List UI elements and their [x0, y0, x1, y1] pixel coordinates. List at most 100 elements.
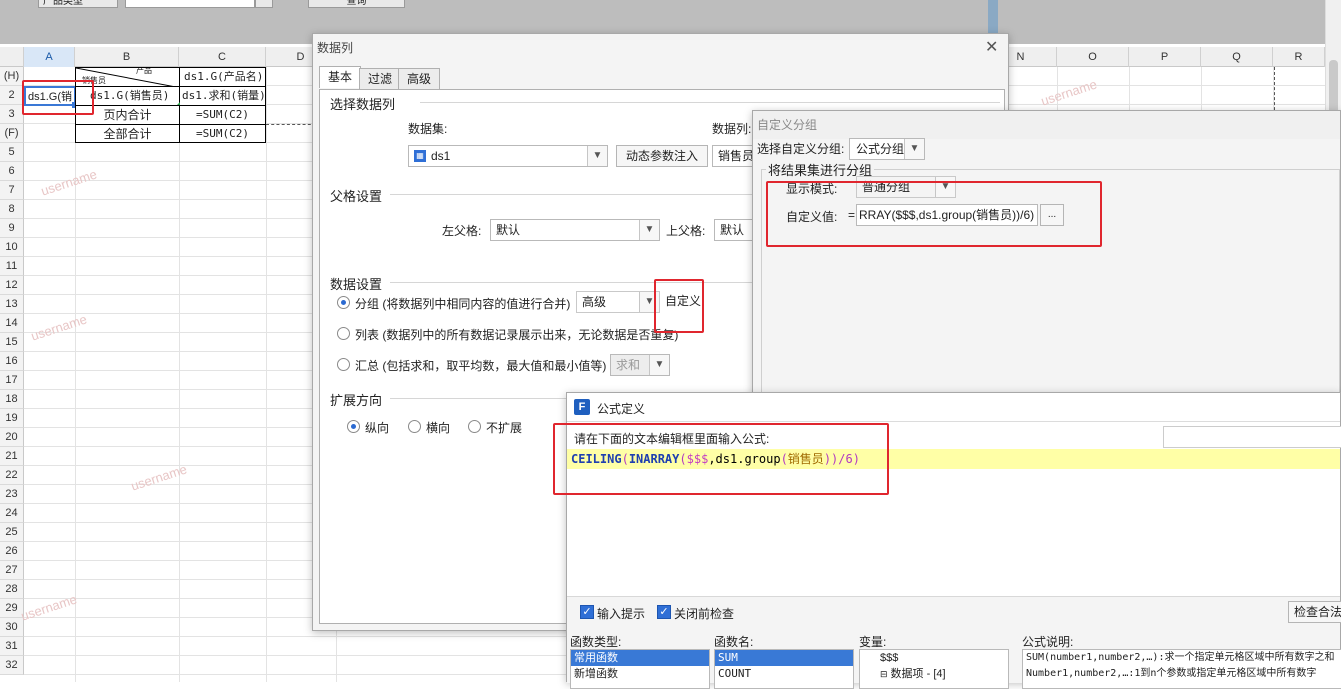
row-header[interactable]: 8 [0, 200, 24, 219]
row-header[interactable]: 3 [0, 105, 24, 124]
group-mode-select[interactable]: 高级 ▼ [576, 291, 660, 313]
row-header[interactable]: 22 [0, 466, 24, 485]
list-radio[interactable] [337, 327, 350, 340]
column-header-b[interactable]: B [75, 47, 179, 67]
input-hint-checkbox[interactable]: ✓ [580, 605, 594, 619]
row-header[interactable]: 27 [0, 561, 24, 580]
row-header[interactable]: 12 [0, 276, 24, 295]
variable-item[interactable]: $$$ [860, 650, 1008, 666]
column-header-o[interactable]: O [1057, 47, 1129, 67]
expand-horizontal-radio[interactable] [408, 420, 421, 433]
func-name-item[interactable]: COUNT [715, 666, 853, 682]
custom-group-value: 公式分组 [856, 142, 905, 156]
row-header[interactable]: 31 [0, 637, 24, 656]
cell-c3[interactable]: =SUM(C2) [179, 105, 266, 125]
custom-group-select[interactable]: 公式分组 ▼ [849, 138, 925, 160]
slash-header-top: 产品 [136, 67, 152, 75]
dataset-select[interactable]: ▦ ds1 ▼ [408, 145, 608, 167]
list-option-label: 列表 (数据列中的所有数据记录展示出来，无论数据是否重复) [355, 328, 679, 342]
row-header[interactable]: 19 [0, 409, 24, 428]
cell-c1[interactable]: ds1.G(产品名) [179, 67, 266, 87]
section-select-column: 选择数据列 [330, 97, 396, 112]
row-header[interactable]: 24 [0, 504, 24, 523]
cell-c4[interactable]: =SUM(C2) [179, 124, 266, 143]
row-header[interactable]: 9 [0, 219, 24, 238]
func-name-list[interactable]: SUM COUNT [714, 649, 854, 689]
row-header[interactable]: 11 [0, 257, 24, 276]
row-header[interactable]: 14 [0, 314, 24, 333]
tab-advanced[interactable]: 高级 [398, 68, 441, 90]
expand-icon[interactable]: ⊟ [880, 669, 888, 679]
row-header[interactable]: 26 [0, 542, 24, 561]
database-icon: ▦ [414, 150, 426, 162]
row-header[interactable]: (F) [0, 124, 24, 143]
row-header[interactable]: 23 [0, 485, 24, 504]
func-name-item[interactable]: SUM [715, 650, 853, 666]
row-header[interactable]: 2 [0, 86, 24, 105]
expand-vertical-radio[interactable] [347, 420, 360, 433]
chevron-down-icon[interactable]: ▼ [639, 220, 659, 240]
left-parent-value: 默认 [496, 223, 521, 237]
tab-filter[interactable]: 过滤 [359, 68, 402, 90]
row-header[interactable]: 25 [0, 523, 24, 542]
product-type-input[interactable] [125, 0, 255, 8]
chevron-down-icon[interactable]: ▼ [587, 146, 607, 166]
expand-vertical-label: 纵向 [365, 421, 390, 435]
group-mode-value: 高级 [582, 295, 607, 309]
cell-b4-text: 全部合计 [103, 127, 152, 141]
chevron-down-icon[interactable]: ▼ [904, 139, 924, 159]
column-header-c[interactable]: C [179, 47, 266, 67]
calendar-icon[interactable] [255, 0, 273, 8]
tab-basic[interactable]: 基本 [319, 66, 362, 88]
column-header-r[interactable]: R [1273, 47, 1325, 67]
product-type-filter[interactable]: 产品类型 [38, 0, 118, 8]
cell-c2[interactable]: ds1.求和(销量) [179, 86, 266, 106]
section-data-settings: 数据设置 [330, 277, 383, 292]
section-parent-settings: 父格设置 [330, 189, 383, 204]
func-type-list[interactable]: 常用函数 新增函数 [570, 649, 710, 689]
row-header[interactable]: 18 [0, 390, 24, 409]
expand-none-radio[interactable] [468, 420, 481, 433]
check-valid-button[interactable]: 检查合法 [1288, 601, 1341, 623]
column-header-p[interactable]: P [1129, 47, 1201, 67]
variable-item[interactable]: ⊟ 数据项 - [4] [860, 666, 1008, 682]
column-header-q[interactable]: Q [1201, 47, 1273, 67]
row-header[interactable]: 21 [0, 447, 24, 466]
row-header[interactable]: 10 [0, 238, 24, 257]
group-radio[interactable] [337, 296, 350, 309]
row-header[interactable]: 28 [0, 580, 24, 599]
variable-list[interactable]: $$$ ⊟ 数据项 - [4] [859, 649, 1009, 689]
row-header[interactable]: 13 [0, 295, 24, 314]
func-type-item[interactable]: 常用函数 [571, 650, 709, 666]
chevron-down-icon[interactable]: ▼ [649, 355, 669, 375]
summary-radio[interactable] [337, 358, 350, 371]
row-header[interactable]: 7 [0, 181, 24, 200]
dynamic-param-button[interactable]: 动态参数注入 [616, 145, 708, 167]
left-parent-select[interactable]: 默认 ▼ [490, 219, 660, 241]
row-header[interactable]: 20 [0, 428, 24, 447]
close-icon[interactable]: ✕ [985, 37, 998, 57]
row-header[interactable]: 6 [0, 162, 24, 181]
row-header[interactable]: 32 [0, 656, 24, 675]
row-header[interactable]: 15 [0, 333, 24, 352]
summary-mode-value: 求和 [616, 358, 641, 372]
corner-select-all[interactable] [0, 47, 24, 67]
func-type-item[interactable]: 新增函数 [571, 666, 709, 682]
formula-search-input[interactable] [1163, 426, 1341, 448]
row-header[interactable]: 30 [0, 618, 24, 637]
row-header[interactable]: 5 [0, 143, 24, 162]
cell-c3-text: =SUM(C2) [196, 108, 249, 121]
column-header-a[interactable]: A [24, 47, 75, 67]
highlight-formula [553, 423, 889, 495]
highlight-custom-button [654, 279, 704, 333]
grid-column-line [179, 67, 180, 682]
row-header[interactable]: (H) [0, 67, 24, 86]
query-button[interactable]: 查询 [308, 0, 405, 8]
cell-b4[interactable]: 全部合计 [75, 124, 180, 143]
row-header[interactable]: 17 [0, 371, 24, 390]
formula-title-bar: F 公式定义 [567, 393, 1340, 421]
summary-mode-select[interactable]: 求和 ▼ [610, 354, 670, 376]
close-check-checkbox[interactable]: ✓ [657, 605, 671, 619]
row-header[interactable]: 16 [0, 352, 24, 371]
variable-item-label: 数据项 - [4] [890, 668, 946, 680]
